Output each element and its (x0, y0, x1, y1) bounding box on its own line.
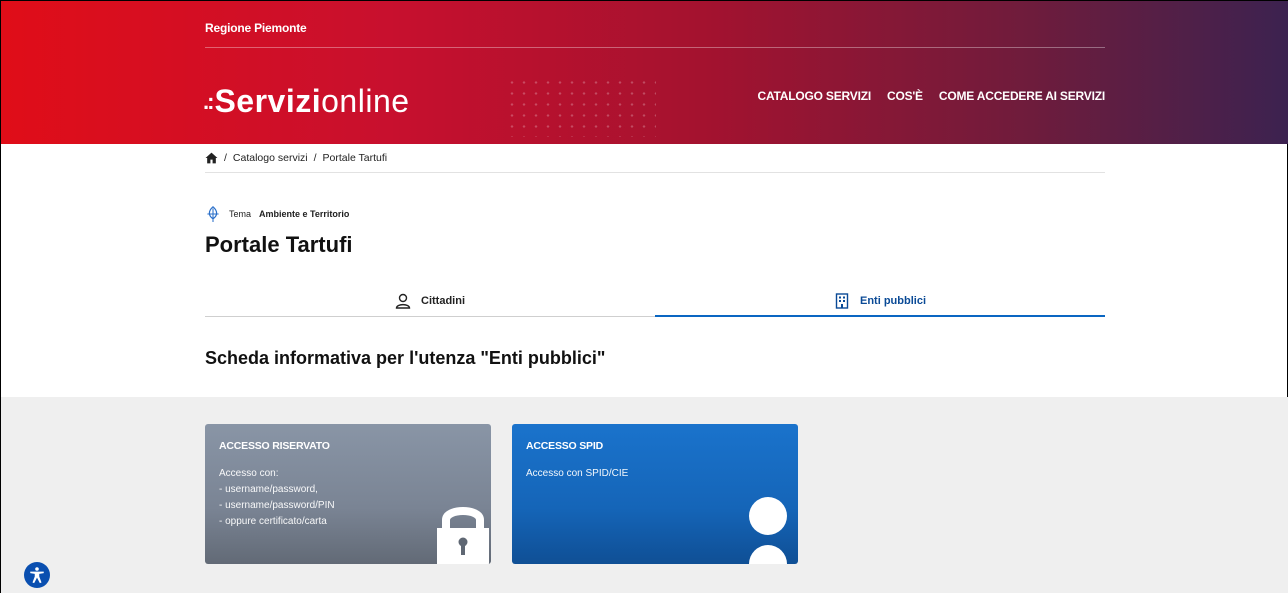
breadcrumb: / Catalogo servizi / Portale Tartufi (205, 152, 387, 164)
building-icon (835, 292, 849, 309)
card-line: Accesso con: (219, 468, 279, 479)
logo-light-text: online (321, 83, 410, 119)
page-title: Portale Tartufi (205, 232, 353, 257)
lock-icon (437, 507, 489, 564)
breadcrumb-current: Portale Tartufi (322, 152, 388, 164)
breadcrumb-catalogo[interactable]: Catalogo servizi (233, 152, 308, 164)
theme-label: Tema (229, 209, 252, 219)
logo-dots-icon: .: (203, 89, 215, 114)
theme-tag: Tema Ambiente e Territorio (205, 205, 349, 223)
card-line: - username/password, (219, 484, 318, 495)
accessibility-button[interactable] (24, 562, 50, 588)
site-header: Regione Piemonte .:Servizionline CATALOG… (1, 1, 1288, 144)
tab-enti-pubblici[interactable]: Enti pubblici (655, 285, 1105, 317)
nav-catalogo-servizi[interactable]: CATALOGO SERVIZI (758, 89, 872, 103)
person-icon (749, 497, 787, 564)
section-title: Scheda informativa per l'utenza "Enti pu… (205, 348, 606, 368)
tab-cittadini[interactable]: Cittadini (205, 285, 655, 316)
header-divider (205, 47, 1105, 48)
card-line: - oppure certificato/carta (219, 516, 327, 527)
access-reserved-card[interactable]: ACCESSO RISERVATO Accesso con: - usernam… (205, 424, 491, 564)
accessibility-icon (30, 567, 44, 584)
card-description: Accesso con: - username/password, - user… (219, 466, 335, 530)
card-line: - username/password/PIN (219, 500, 335, 511)
main-nav: CATALOGO SERVIZI COS'È COME ACCEDERE AI … (758, 89, 1106, 103)
tab-cittadini-label: Cittadini (421, 294, 465, 307)
card-line: Accesso con SPID/CIE (526, 468, 629, 479)
decorative-dots (506, 77, 656, 137)
leaf-icon (207, 206, 219, 222)
region-name[interactable]: Regione Piemonte (205, 21, 307, 35)
home-icon[interactable] (205, 152, 218, 164)
card-description: Accesso con SPID/CIE (526, 466, 628, 482)
user-tabs: Cittadini Enti pubblici (205, 285, 1105, 317)
nav-cos-e[interactable]: COS'È (887, 89, 923, 103)
breadcrumb-divider (205, 172, 1105, 173)
logo-bold-text: Servizi (214, 83, 322, 119)
theme-value[interactable]: Ambiente e Territorio (259, 209, 349, 219)
nav-come-accedere[interactable]: COME ACCEDERE AI SERVIZI (939, 89, 1105, 103)
access-spid-card[interactable]: ACCESSO SPID Accesso con SPID/CIE (512, 424, 798, 564)
site-logo[interactable]: .:Servizionline (203, 83, 410, 120)
user-icon (395, 293, 411, 309)
card-title: ACCESSO SPID (526, 440, 603, 452)
breadcrumb-separator: / (224, 152, 227, 164)
tab-enti-label: Enti pubblici (860, 294, 926, 307)
card-title: ACCESSO RISERVATO (219, 440, 330, 452)
breadcrumb-separator: / (313, 152, 317, 164)
